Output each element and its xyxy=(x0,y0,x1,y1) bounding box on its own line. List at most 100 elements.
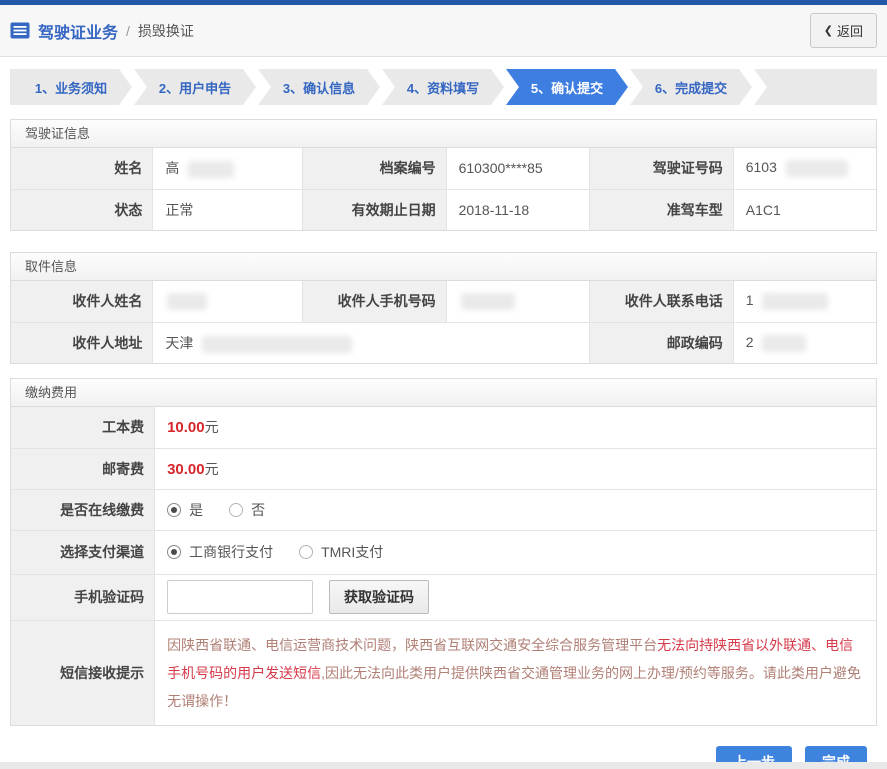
recipient-mobile-value xyxy=(445,281,591,323)
recipient-phone-label: 收件人联系电话 xyxy=(589,281,734,323)
sms-code-input[interactable] xyxy=(167,580,314,614)
step-label: 3、确认信息 xyxy=(282,80,356,96)
post-fee-amount: 30.00 xyxy=(167,460,205,478)
redaction-blur xyxy=(202,335,353,353)
post-fee-unit: 元 xyxy=(204,460,219,477)
table-row: 是否在线缴费 是 否 xyxy=(11,488,876,531)
radio-online-no[interactable] xyxy=(229,502,244,517)
table-row: 选择支付渠道 工商银行支付 TMRI支付 xyxy=(11,529,876,575)
table-row: 姓名 高 档案编号 610300****85 驾驶证号码 6103 xyxy=(11,148,876,190)
file-number-label: 档案编号 xyxy=(302,148,447,190)
vehicle-class-value: A1C1 xyxy=(732,188,876,230)
table-row: 短信接收提示 因陕西省联通、电信运营商技术问题，陕西省互联网交通安全综合服务管理… xyxy=(11,619,876,725)
work-fee-label: 工本费 xyxy=(11,407,156,449)
step-wizard: 1、业务须知 2、用户申告 3、确认信息 4、资料填写 5、确认提交 6、完成提… xyxy=(10,69,877,105)
license-info-section: 驾驶证信息 姓名 高 档案编号 610300****85 驾驶证号码 6103 xyxy=(10,119,877,231)
recipient-address-value: 天津 xyxy=(152,321,591,363)
redaction-blur xyxy=(167,293,208,311)
table-row: 状态 正常 有效期止日期 2018-11-18 准驾车型 A1C1 xyxy=(11,188,876,230)
main-content: 驾驶证信息 姓名 高 档案编号 610300****85 驾驶证号码 6103 xyxy=(0,119,887,769)
name-value: 高 xyxy=(152,148,303,190)
name-label: 姓名 xyxy=(11,148,154,190)
status-label: 状态 xyxy=(11,188,154,230)
step-4-fill-data[interactable]: 4、资料填写 xyxy=(382,69,504,105)
work-fee-unit: 元 xyxy=(204,419,219,436)
license-number-value: 6103 xyxy=(732,148,876,190)
address-partial-text: 天津 xyxy=(165,334,194,351)
step-label: 1、业务须知 xyxy=(34,80,108,96)
table-row: 收件人地址 天津 邮政编码 2 xyxy=(11,321,876,363)
recipient-address-label: 收件人地址 xyxy=(11,321,154,363)
file-number-value: 610300****85 xyxy=(445,148,591,190)
online-pay-options: 是 否 xyxy=(154,488,876,531)
zip-partial-text: 2 xyxy=(745,333,754,350)
status-value: 正常 xyxy=(152,188,303,230)
recipient-mobile-label: 收件人手机号码 xyxy=(302,281,447,323)
radio-online-yes[interactable] xyxy=(167,502,182,517)
sms-notice-text: 因陕西省联通、电信运营商技术问题，陕西省互联网交通安全综合服务管理平台无法向持陕… xyxy=(154,619,876,725)
radio-channel-tmri[interactable] xyxy=(299,545,314,559)
license-number-partial-text: 6103 xyxy=(745,159,777,176)
payment-section-title: 缴纳费用 xyxy=(11,379,876,407)
expiry-date-label: 有效期止日期 xyxy=(302,188,447,230)
step-label: 6、完成提交 xyxy=(654,80,728,96)
radio-online-no-label[interactable]: 否 xyxy=(251,500,265,520)
page-title: 驾驶证业务 xyxy=(38,24,119,42)
radio-channel-icbc-label[interactable]: 工商银行支付 xyxy=(189,542,273,562)
pickup-info-table: 收件人姓名 收件人手机号码 收件人联系电话 1 收件人地址 天津 邮政编码 2 xyxy=(11,281,876,363)
sms-code-label: 手机验证码 xyxy=(11,573,156,621)
license-number-label: 驾驶证号码 xyxy=(589,148,734,190)
page: 驾驶证业务 / 损毁换证 ❮ 返回 1、业务须知 2、用户申告 3、确认信息 4… xyxy=(0,0,887,769)
step-2-user-declaration[interactable]: 2、用户申告 xyxy=(134,69,256,105)
redaction-blur xyxy=(460,293,515,311)
phone-partial-text: 1 xyxy=(745,292,754,309)
vehicle-class-label: 准驾车型 xyxy=(589,188,734,230)
back-button[interactable]: ❮ 返回 xyxy=(809,13,877,48)
page-subtitle: 损毁换证 xyxy=(137,22,194,39)
recipient-name-label: 收件人姓名 xyxy=(11,281,154,323)
radio-channel-tmri-label[interactable]: TMRI支付 xyxy=(321,542,383,562)
payment-table: 工本费 10.00元 邮寄费 30.00元 是否在线缴费 是 否 选择支付渠道 … xyxy=(11,407,876,725)
step-5-confirm-submit-active[interactable]: 5、确认提交 xyxy=(506,69,628,105)
step-6-finish-submit[interactable]: 6、完成提交 xyxy=(630,69,752,105)
sms-notice-label: 短信接收提示 xyxy=(11,619,156,725)
bottom-gray-strip xyxy=(0,762,887,769)
notice-segment: 因陕西省联通、电信运营商技术问题，陕西省互联网交通安全综合服务管理平台 xyxy=(167,636,658,653)
license-section-title: 驾驶证信息 xyxy=(11,120,876,148)
name-partial-text: 高 xyxy=(165,160,180,177)
step-1-business-notice[interactable]: 1、业务须知 xyxy=(10,69,132,105)
pickup-info-section: 取件信息 收件人姓名 收件人手机号码 收件人联系电话 1 收件人地址 天津 邮政… xyxy=(10,252,877,364)
sms-code-field: 获取验证码 xyxy=(154,573,876,621)
table-row: 手机验证码 获取验证码 xyxy=(11,573,876,621)
radio-channel-icbc[interactable] xyxy=(167,545,182,559)
redaction-blur xyxy=(188,161,235,179)
online-pay-label: 是否在线缴费 xyxy=(11,488,156,531)
pickup-section-title: 取件信息 xyxy=(11,253,876,281)
redaction-blur xyxy=(785,160,848,178)
step-3-confirm-info[interactable]: 3、确认信息 xyxy=(258,69,380,105)
pay-channel-label: 选择支付渠道 xyxy=(11,529,156,575)
pay-channel-options: 工商银行支付 TMRI支付 xyxy=(154,529,876,575)
page-header: 驾驶证业务 / 损毁换证 ❮ 返回 xyxy=(0,5,887,57)
step-label: 5、确认提交 xyxy=(530,80,604,96)
recipient-phone-value: 1 xyxy=(732,281,876,323)
list-icon xyxy=(10,22,30,39)
zip-code-label: 邮政编码 xyxy=(589,321,734,363)
work-fee-amount: 10.00 xyxy=(167,419,205,437)
redaction-blur xyxy=(762,293,829,311)
table-row: 邮寄费 30.00元 xyxy=(11,447,876,490)
back-button-label: 返回 xyxy=(836,24,863,39)
expiry-date-value: 2018-11-18 xyxy=(445,188,591,230)
table-row: 收件人姓名 收件人手机号码 收件人联系电话 1 xyxy=(11,281,876,323)
work-fee-value: 10.00元 xyxy=(154,407,876,449)
radio-online-yes-label[interactable]: 是 xyxy=(189,500,203,520)
post-fee-value: 30.00元 xyxy=(154,447,876,490)
breadcrumb-divider: / xyxy=(126,22,130,39)
get-sms-code-button[interactable]: 获取验证码 xyxy=(328,580,429,614)
zip-code-value: 2 xyxy=(732,321,876,363)
payment-section: 缴纳费用 工本费 10.00元 邮寄费 30.00元 是否在线缴费 是 否 选择… xyxy=(10,378,877,726)
post-fee-label: 邮寄费 xyxy=(11,447,156,490)
redaction-blur xyxy=(762,334,807,352)
chevron-left-icon: ❮ xyxy=(823,25,833,37)
step-bar-filler xyxy=(754,69,877,105)
